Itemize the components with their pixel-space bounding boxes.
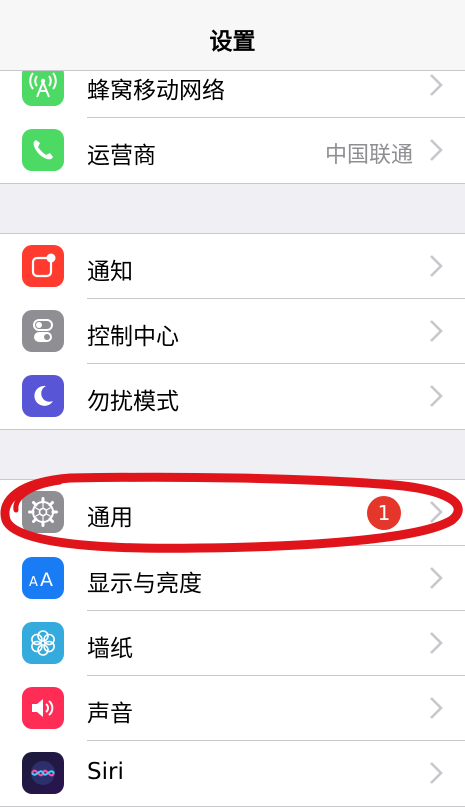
settings-row-label: 墙纸 [87,636,133,662]
settings-row-siri[interactable]: Siri [0,741,465,806]
settings-group-network: 蜂窝移动网络 运营商 中国联通 [0,52,465,184]
navigation-bar: 设置 [0,0,465,71]
settings-row-control-center[interactable]: 控制中心 [0,299,465,364]
settings-row-label: 声音 [87,701,133,727]
chevron-right-icon [430,632,443,654]
settings-row-do-not-disturb[interactable]: 勿扰模式 [0,364,465,429]
moon-icon [22,375,64,417]
chevron-right-icon [430,320,443,342]
settings-row-label: 通用 [87,505,133,531]
settings-row-label: 蜂窝移动网络 [87,78,225,104]
chevron-right-icon [430,501,443,523]
speaker-icon [22,687,64,729]
chevron-right-icon [430,255,443,277]
settings-row-label: 运营商 [87,143,156,169]
update-badge: 1 [367,496,401,530]
svg-text:A: A [29,575,38,590]
chevron-right-icon [430,385,443,407]
settings-row-sounds[interactable]: 声音 [0,676,465,741]
settings-row-label: 控制中心 [87,324,179,350]
settings-row-label: 显示与亮度 [87,571,202,597]
page-title: 设置 [209,29,256,55]
settings-row-notifications[interactable]: 通知 [0,234,465,299]
gear-icon [22,491,64,533]
svg-text:A: A [40,569,53,590]
settings-row-label: Siri [87,759,124,785]
display-text-size-icon: A A [22,557,64,599]
chevron-right-icon [430,567,443,589]
phone-icon [22,129,64,171]
chevron-right-icon [430,697,443,719]
settings-row-label: 通知 [87,259,133,285]
chevron-right-icon [430,74,443,96]
settings-group-general: 通用 1 A A 显示与亮度 墙纸 声音 Siri [0,479,465,807]
chevron-right-icon [430,139,443,161]
settings-group-notifications: 通知 控制中心 勿扰模式 [0,233,465,430]
settings-row-wallpaper[interactable]: 墙纸 [0,611,465,676]
chevron-right-icon [430,762,443,784]
settings-row-general[interactable]: 通用 1 [0,480,465,546]
notification-icon [22,245,64,287]
siri-icon [22,752,64,794]
carrier-value: 中国联通 [324,143,413,168]
settings-row-carrier[interactable]: 运营商 中国联通 [0,118,465,183]
control-center-icon [22,310,64,352]
wallpaper-flower-icon [22,622,64,664]
settings-row-label: 勿扰模式 [87,389,179,415]
settings-row-display-brightness[interactable]: A A 显示与亮度 [0,546,465,611]
